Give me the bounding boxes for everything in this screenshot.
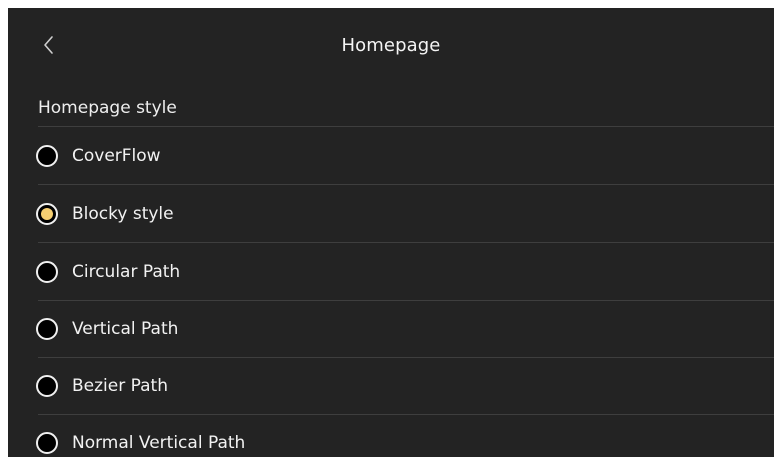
radio-button[interactable] xyxy=(36,145,58,167)
divider xyxy=(38,126,774,127)
header-bar: Homepage xyxy=(8,8,774,88)
option-blocky-style[interactable]: Blocky style xyxy=(36,186,774,242)
section-title: Homepage style xyxy=(38,98,177,118)
option-normal-vertical-path[interactable]: Normal Vertical Path xyxy=(36,415,774,457)
option-vertical-path[interactable]: Vertical Path xyxy=(36,301,774,357)
option-bezier-path[interactable]: Bezier Path xyxy=(36,358,774,414)
radio-button[interactable] xyxy=(36,432,58,454)
radio-button[interactable] xyxy=(36,261,58,283)
divider xyxy=(38,242,774,243)
radio-button[interactable] xyxy=(36,375,58,397)
option-label: Vertical Path xyxy=(72,319,179,339)
option-label: CoverFlow xyxy=(72,146,161,166)
option-circular-path[interactable]: Circular Path xyxy=(36,244,774,300)
homepage-settings-screen: Homepage Homepage style CoverFlow Blocky… xyxy=(8,8,774,457)
option-label: Circular Path xyxy=(72,262,181,282)
divider xyxy=(38,184,774,185)
page-title: Homepage xyxy=(341,35,441,56)
option-label: Normal Vertical Path xyxy=(72,433,246,453)
option-label: Blocky style xyxy=(72,204,174,224)
radio-button[interactable] xyxy=(36,318,58,340)
option-label: Bezier Path xyxy=(72,376,168,396)
radio-button-selected[interactable] xyxy=(36,203,58,225)
option-coverflow[interactable]: CoverFlow xyxy=(36,128,774,184)
